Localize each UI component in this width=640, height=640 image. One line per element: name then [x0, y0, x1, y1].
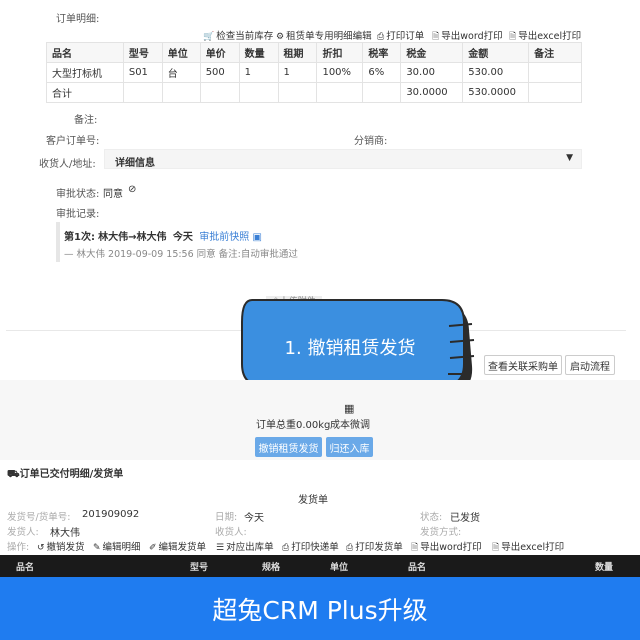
caret-down-icon: ▼: [566, 153, 573, 163]
list-icon: ☰: [216, 543, 225, 553]
delivery-section-title: ⛟订单已交付明细/发货单: [7, 469, 124, 480]
column-header: 数量: [238, 42, 279, 63]
table-header-row: 品名 型号 单位 单价 数量 租期 折扣 税率 税金 金额 备注: [46, 42, 582, 63]
revoke-lease-delivery-button[interactable]: 撤销租赁发货: [255, 437, 322, 457]
printer-icon: ⎙: [282, 543, 290, 553]
gear-icon: ⚙: [276, 32, 285, 42]
truck-icon: ⛟: [7, 469, 20, 480]
revoke-delivery-button[interactable]: ↺ 撤销发货: [37, 539, 85, 553]
calculator-icon: ▦: [344, 402, 355, 415]
file-icon: 🗎: [432, 32, 440, 42]
cart-icon: 🛒: [203, 32, 215, 42]
approval-status-value: 同意: [103, 189, 123, 200]
printer-icon: ⎙: [346, 543, 354, 553]
delivery-table-header: 品名 型号 规格 单位 品名 数量: [0, 555, 640, 577]
start-flow-button[interactable]: 启动流程: [565, 355, 615, 375]
outbound-order-button[interactable]: ☰ 对应出库单: [216, 539, 274, 553]
pencil-icon: ✎: [93, 543, 101, 553]
file-icon: 🗎: [492, 543, 500, 553]
edit-delivery-button[interactable]: ✐ 编辑发货单: [149, 539, 206, 553]
print-delivery-button[interactable]: ⎙ 打印发货单: [346, 539, 403, 553]
column-header: 备注: [528, 42, 582, 63]
edit-detail-button[interactable]: ✎ 编辑明细: [93, 539, 141, 553]
record-bar: [56, 222, 60, 262]
promo-banner: 超兔CRM Plus升级: [0, 577, 640, 640]
check-circle-icon: ⊘: [128, 184, 137, 195]
snapshot-link[interactable]: 审批前快照: [199, 232, 249, 243]
approval-record-label: 审批记录:: [56, 209, 100, 220]
print-order-button[interactable]: ⎙ 打印订单: [377, 28, 424, 42]
customer-order-label: 客户订单号:: [46, 136, 100, 147]
date-label: 日期:: [215, 512, 238, 523]
cost-adjust-button[interactable]: 成本微调: [330, 416, 370, 431]
shipper-value: 林大伟: [50, 528, 80, 539]
table-total-row: 合计 30.0000 530.0000: [46, 82, 582, 103]
order-detail-label: 订单明细:: [56, 14, 100, 25]
column-header: 单位: [161, 42, 201, 63]
file-icon: 🗎: [411, 543, 419, 553]
receiver-label: 收货人:: [215, 527, 247, 538]
column-header: 金额: [462, 42, 530, 63]
method-label: 发货方式:: [420, 527, 462, 538]
delivery-export-excel-button[interactable]: 🗎 导出excel打印: [492, 539, 564, 556]
distributor-label: 分销商:: [354, 136, 388, 147]
column-header: 租期: [277, 42, 318, 63]
lease-edit-button[interactable]: ⚙ 租赁单专用明细编辑: [276, 28, 372, 42]
file-icon: 🗎: [509, 32, 517, 42]
delivery-export-word-button[interactable]: 🗎 导出word打印: [411, 539, 482, 556]
ops-label: 操作:: [7, 542, 30, 553]
check-stock-button[interactable]: 🛒 检查当前库存: [203, 28, 273, 42]
column-header: 税率: [362, 42, 402, 63]
consignee-select[interactable]: 详细信息 ▼: [104, 149, 582, 169]
related-purchase-button[interactable]: 查看关联采购单: [484, 355, 562, 375]
approval-detail: — 林大伟 2019-09-09 15:56 同意 备注:自动审批通过: [64, 249, 298, 260]
delivery-doc-title: 发货单: [298, 495, 328, 506]
column-header: 税金: [400, 42, 464, 63]
column-header: 品名: [46, 42, 124, 63]
delivery-no-value: 201909092: [82, 509, 140, 520]
remark-label: 备注:: [74, 115, 98, 126]
order-weight: 订单总重0.00kg: [256, 420, 331, 431]
column-header: 单价: [199, 42, 240, 63]
column-header: 折扣: [316, 42, 364, 63]
status-label: 状态:: [420, 512, 443, 523]
approval-record-line: 第1次: 林大伟→林大伟 今天 审批前快照 ▣: [64, 232, 262, 243]
date-value: 今天: [244, 513, 264, 524]
status-value: 已发货: [450, 513, 480, 524]
undo-icon: ↺: [37, 543, 45, 553]
edit-icon: ✐: [149, 543, 157, 553]
printer-icon: ⎙: [377, 32, 385, 42]
consignee-label: 收货人/地址:: [39, 159, 96, 170]
return-stock-button[interactable]: 归还入库: [326, 437, 373, 457]
print-express-button[interactable]: ⎙ 打印快递单: [282, 539, 339, 553]
callout-text: 1. 撤销租赁发货: [284, 338, 416, 359]
order-items-table: 品名 型号 单位 单价 数量 租期 折扣 税率 税金 金额 备注 大型打标机 S…: [46, 42, 582, 103]
image-icon: ▣: [252, 232, 262, 243]
shipper-label: 发货人:: [7, 527, 39, 538]
table-row: 大型打标机 S01 台 500 1 1 100% 6% 30.00 530.00: [46, 62, 582, 83]
delivery-no-label: 发货号/货单号:: [7, 512, 71, 523]
approval-status-label: 审批状态:: [56, 189, 100, 200]
column-header: 型号: [122, 42, 163, 63]
